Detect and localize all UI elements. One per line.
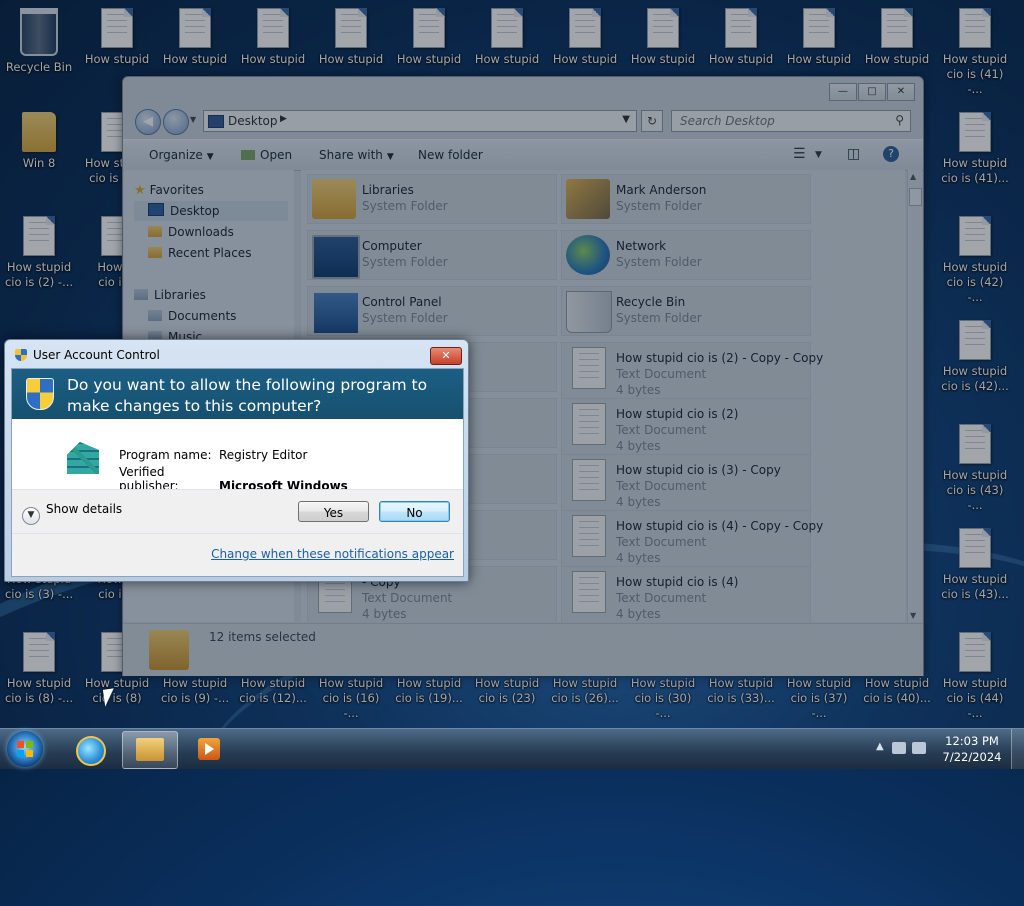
taskbar-internet-explorer[interactable] <box>62 731 116 767</box>
close-button[interactable]: ✕ <box>430 347 462 365</box>
folder-icon <box>136 738 164 761</box>
uac-question: Do you want to allow the following progr… <box>67 376 428 415</box>
show-hidden-icons-icon[interactable]: ▲ <box>876 741 884 752</box>
clock[interactable]: 12:03 PM 7/22/2024 <box>938 733 1006 765</box>
mouse-cursor-icon <box>102 688 117 707</box>
taskbar: ▲ 12:03 PM 7/22/2024 <box>0 728 1024 769</box>
uac-title: User Account Control <box>15 348 160 362</box>
change-notifications-link[interactable]: Change when these notifications appear <box>211 547 454 561</box>
windows-logo-icon <box>17 741 24 748</box>
volume-icon[interactable] <box>912 742 926 754</box>
uac-body: Do you want to allow the following progr… <box>11 368 464 577</box>
taskbar-windows-explorer[interactable] <box>122 731 178 769</box>
shield-icon <box>15 349 27 361</box>
clock-time: 12:03 PM <box>945 734 999 748</box>
uac-dialog[interactable]: User Account Control ✕ Do you want to al… <box>4 339 469 582</box>
show-desktop-button[interactable] <box>1011 729 1024 769</box>
system-tray: ▲ 12:03 PM 7/22/2024 <box>864 729 1024 769</box>
internet-explorer-icon <box>76 736 106 766</box>
no-button[interactable]: No <box>379 501 450 522</box>
divider <box>12 533 463 534</box>
program-name-row: Program name: Registry Editor <box>119 448 308 462</box>
media-player-icon <box>198 738 220 760</box>
start-button[interactable] <box>7 731 43 767</box>
uac-shield-icon <box>26 378 54 410</box>
clock-date: 7/22/2024 <box>942 750 1002 764</box>
yes-button[interactable]: Yes <box>298 501 369 522</box>
taskbar-media-player[interactable] <box>182 731 236 767</box>
uac-footer: ▼ Show details Yes No Change when these n… <box>12 489 463 576</box>
uac-banner: Do you want to allow the following progr… <box>12 369 463 419</box>
chevron-down-icon: ▼ <box>22 507 40 525</box>
show-details-button[interactable]: ▼ Show details <box>22 502 122 525</box>
network-icon[interactable] <box>892 742 906 754</box>
registry-editor-icon <box>67 442 99 474</box>
